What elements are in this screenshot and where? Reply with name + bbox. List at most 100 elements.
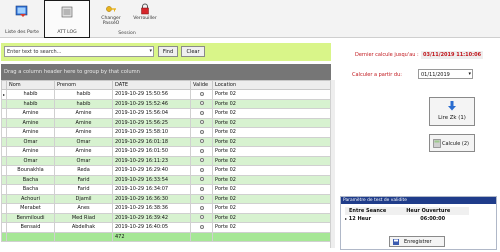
table-row[interactable]: habib habib 2019-10-29 15:52:46 Porte 02: [1, 98, 332, 109]
cell-prenom[interactable]: habib: [54, 89, 113, 100]
entree-seance-value[interactable]: ▸ 12 Heur: [345, 215, 402, 223]
valide-radio[interactable]: [199, 129, 204, 134]
column-header-prenom[interactable]: Prenom: [54, 80, 113, 90]
table-row[interactable]: Omar Omar 2019-10-29 16:11:23 Porte 02: [1, 155, 332, 166]
cell-location[interactable]: Porte 02: [212, 184, 332, 195]
valide-radio[interactable]: [199, 158, 204, 163]
cell-prenom[interactable]: Anes: [54, 203, 113, 214]
calendar-dropdown-icon[interactable]: ▾: [468, 71, 471, 77]
cell-location[interactable]: Porte 02: [212, 108, 332, 119]
cell-valide[interactable]: [190, 165, 213, 176]
cell-date[interactable]: 2019-10-29 16:29:40: [112, 165, 191, 176]
cell-valide[interactable]: [190, 203, 213, 214]
table-row[interactable]: ▸ habib habib 2019-10-29 15:50:56 Porte 02: [1, 89, 332, 100]
cell-location[interactable]: Porte 02: [212, 89, 332, 100]
valide-radio[interactable]: [199, 186, 204, 191]
cell-location[interactable]: Porte 02: [212, 193, 332, 204]
table-row[interactable]: Bacha Farid 2019-10-29 16:33:54 Porte 02: [1, 174, 332, 185]
column-header-nom[interactable]: Nom: [6, 80, 55, 90]
valide-radio[interactable]: [199, 139, 204, 144]
cell-prenom[interactable]: habib: [54, 98, 113, 109]
cell-valide[interactable]: [190, 108, 213, 119]
group-by-panel[interactable]: Drag a column header here to group by th…: [1, 64, 331, 80]
table-row[interactable]: Amine Amine 2019-10-29 16:01:50 Porte 02: [1, 146, 332, 157]
table-row[interactable]: Merabet Anes 2019-10-29 16:38:36 Porte 02: [1, 203, 332, 214]
cell-nom[interactable]: Bacha: [6, 174, 55, 185]
cell-valide[interactable]: [190, 146, 213, 157]
cell-date[interactable]: 2019-10-29 16:01:18: [112, 136, 191, 147]
cell-valide[interactable]: [190, 89, 213, 100]
cell-prenom[interactable]: Med Riad: [54, 212, 113, 223]
table-row[interactable]: Amine Amine 2019-10-29 15:56:04 Porte 02: [1, 108, 332, 119]
cell-nom[interactable]: Benmiloudi: [6, 212, 55, 223]
cell-date[interactable]: 2019-10-29 15:58:10: [112, 127, 191, 138]
cell-valide[interactable]: [190, 222, 213, 233]
cell-location[interactable]: Porte 02: [212, 127, 332, 138]
cell-nom[interactable]: Omar: [6, 155, 55, 166]
valide-radio[interactable]: [199, 148, 204, 153]
cell-prenom[interactable]: Amine: [54, 117, 113, 128]
column-header-date[interactable]: DATE: [112, 80, 191, 90]
cell-nom[interactable]: Merabet: [6, 203, 55, 214]
column-header-location[interactable]: Location: [212, 80, 332, 90]
cell-location[interactable]: Porte 02: [212, 146, 332, 157]
cell-date[interactable]: 2019-10-29 16:33:54: [112, 174, 191, 185]
save-button[interactable]: Enregistrer: [389, 236, 445, 247]
chevron-down-icon[interactable]: ▾: [149, 48, 152, 54]
att-log-button[interactable]: ATT LOG: [44, 0, 90, 38]
cell-location[interactable]: Porte 02: [212, 222, 332, 233]
cell-valide[interactable]: [190, 193, 213, 204]
cell-nom[interactable]: Bensaid: [6, 222, 55, 233]
cell-location[interactable]: Porte 02: [212, 165, 332, 176]
cell-date[interactable]: 2019-10-29 15:52:46: [112, 98, 191, 109]
table-row[interactable]: Bensaid Abdelhak 2019-10-29 16:40:05 Porte …: [1, 222, 332, 233]
valide-radio[interactable]: [199, 224, 204, 229]
clear-button[interactable]: Clear: [181, 46, 205, 57]
cell-prenom[interactable]: Farid: [54, 184, 113, 195]
cell-location[interactable]: Porte 02: [212, 98, 332, 109]
find-button[interactable]: Find: [158, 46, 178, 57]
cell-prenom[interactable]: Reda: [54, 165, 113, 176]
cell-nom[interactable]: Amine: [6, 146, 55, 157]
cell-prenom[interactable]: Amine: [54, 146, 113, 157]
cell-nom[interactable]: habib: [6, 98, 55, 109]
cell-nom[interactable]: habib: [6, 89, 55, 100]
cell-location[interactable]: Porte 02: [212, 212, 332, 223]
cell-prenom[interactable]: Amine: [54, 127, 113, 138]
cell-prenom[interactable]: Abdelhak: [54, 222, 113, 233]
cell-date[interactable]: 2019-10-29 16:11:23: [112, 155, 191, 166]
column-header-valide[interactable]: Valide: [190, 80, 213, 90]
cell-date[interactable]: 2019-10-29 16:01:50: [112, 146, 191, 157]
valide-radio[interactable]: [199, 167, 204, 172]
cell-valide[interactable]: [190, 184, 213, 195]
valide-radio[interactable]: [199, 177, 204, 182]
cell-nom[interactable]: Amine: [6, 108, 55, 119]
cell-prenom[interactable]: Omar: [54, 136, 113, 147]
cell-nom[interactable]: Bounakhla: [6, 165, 55, 176]
grid-scrollbar[interactable]: [330, 80, 335, 248]
cell-date[interactable]: 2019-10-29 15:50:56: [112, 89, 191, 100]
cell-prenom[interactable]: Amine: [54, 108, 113, 119]
cell-date[interactable]: 2019-10-29 16:36:30: [112, 193, 191, 204]
calc-from-date-input[interactable]: 01/11/2019 ▾: [418, 69, 473, 79]
calcule-button[interactable]: Calcule (2): [429, 134, 475, 152]
cell-location[interactable]: Porte 02: [212, 117, 332, 128]
cell-date[interactable]: 2019-10-29 16:34:07: [112, 184, 191, 195]
liste-portes-button[interactable]: Liste des Porte: [2, 0, 42, 38]
table-row[interactable]: Benmiloudi Med Riad 2019-10-29 16:39:42 Por…: [1, 212, 332, 223]
table-row[interactable]: Amine Amine 2019-10-29 15:56:25 Porte 02: [1, 117, 332, 128]
table-row[interactable]: Bounakhla Reda 2019-10-29 16:29:40 Porte 02: [1, 165, 332, 176]
valide-radio[interactable]: [199, 205, 204, 210]
cell-date[interactable]: 2019-10-29 16:39:42: [112, 212, 191, 223]
valide-radio[interactable]: [199, 101, 204, 106]
cell-prenom[interactable]: Omar: [54, 155, 113, 166]
cell-location[interactable]: Porte 02: [212, 155, 332, 166]
cell-nom[interactable]: Omar: [6, 136, 55, 147]
table-row[interactable]: Bacha Farid 2019-10-29 16:34:07 Porte 02: [1, 184, 332, 195]
read-zk-button[interactable]: Lire Zk (1): [429, 97, 475, 126]
cell-date[interactable]: 2019-10-29 16:38:36: [112, 203, 191, 214]
search-input[interactable]: Enter text to search... ▾: [4, 46, 154, 57]
cell-date[interactable]: 2019-10-29 15:56:25: [112, 117, 191, 128]
cell-date[interactable]: 2019-10-29 15:56:04: [112, 108, 191, 119]
cell-location[interactable]: Porte 02: [212, 174, 332, 185]
